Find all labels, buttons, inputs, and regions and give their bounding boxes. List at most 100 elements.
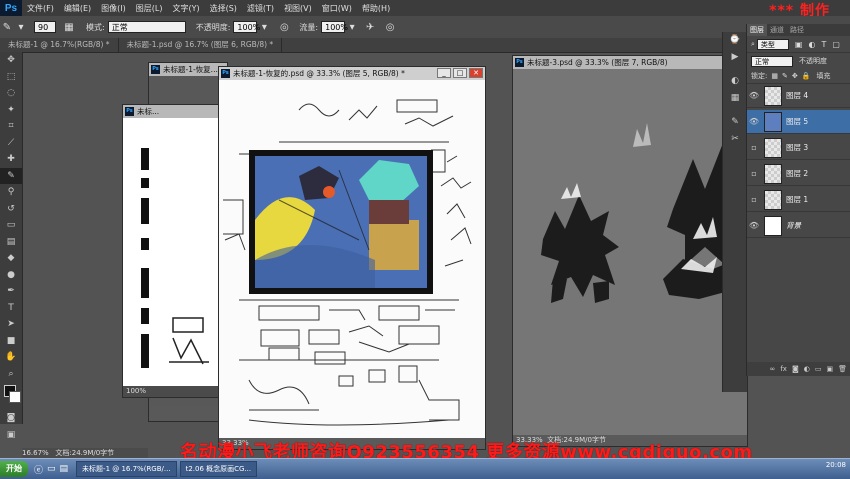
lasso-tool-icon[interactable]: ◌	[0, 85, 22, 102]
quick-mask-icon[interactable]: ◙	[0, 410, 22, 427]
crop-tool-icon[interactable]: ⌗	[0, 118, 22, 135]
swatches-icon[interactable]: ▦	[723, 90, 747, 107]
color-swatches[interactable]	[0, 382, 22, 410]
show-desktop-icon[interactable]: ▭	[47, 464, 56, 474]
lock-all-icon[interactable]: 🔒	[802, 72, 811, 80]
layer-row-3[interactable]: ▫ 图层 3	[747, 136, 850, 160]
kind-filter-select[interactable]: 类型	[756, 38, 789, 50]
menu-window[interactable]: 窗口(W)	[317, 3, 357, 14]
flow-field[interactable]: 100%	[321, 21, 348, 33]
taskbar-photoshop[interactable]: 未标题-1 @ 16.7%(RGB/...	[76, 461, 177, 477]
menu-image[interactable]: 图像(I)	[96, 3, 131, 14]
hand-tool-icon[interactable]: ✋	[0, 349, 22, 366]
menu-help[interactable]: 帮助(H)	[357, 3, 395, 14]
mask-icon[interactable]: ◙	[792, 365, 799, 373]
mode-select[interactable]: 正常	[107, 21, 186, 33]
actions-icon[interactable]: ▶	[723, 49, 747, 66]
pressure-size-icon[interactable]: ◎	[383, 20, 397, 34]
maximize-button[interactable]: □	[453, 68, 467, 78]
shape-tool-icon[interactable]: ■	[0, 333, 22, 350]
layer-row-background[interactable]: 👁 背景	[747, 214, 850, 238]
background-color-swatch[interactable]	[9, 391, 21, 403]
filter-shape-icon[interactable]: ▢	[832, 40, 840, 49]
visibility-empty-box[interactable]: ▫	[747, 195, 761, 204]
tool-presets-icon[interactable]: ✂	[723, 131, 747, 148]
visibility-eye-icon[interactable]: 👁	[747, 117, 761, 126]
path-selection-tool-icon[interactable]: ➤	[0, 316, 22, 333]
menu-file[interactable]: 文件(F)	[22, 3, 59, 14]
tab-paths[interactable]: 路径	[787, 25, 807, 35]
taskbar-folder[interactable]: t2.06 概念原画CG...	[179, 461, 258, 477]
new-group-icon[interactable]: ▭	[815, 365, 822, 373]
menu-type[interactable]: 文字(Y)	[167, 3, 204, 14]
minimize-button[interactable]: _	[437, 68, 451, 78]
opacity-field[interactable]: 100%	[233, 21, 260, 33]
window-title[interactable]: Ps 未标题-3.psd @ 33.3% (图层 7, RGB/8)	[513, 56, 747, 69]
airbrush-icon[interactable]: ✈	[363, 20, 377, 34]
chevron-down-icon[interactable]: ▾	[345, 20, 359, 34]
healing-brush-tool-icon[interactable]: ✚	[0, 151, 22, 168]
zoom-readout[interactable]: 16.67%	[22, 449, 49, 457]
window-title[interactable]: Ps 未标题-1-恢复的.psd @ 33.3% (图层 5, RGB/8) *…	[219, 67, 485, 80]
gradient-tool-icon[interactable]: ▤	[0, 234, 22, 251]
document-window-right[interactable]: Ps 未标题-3.psd @ 33.3% (图层 7, RGB/8) 33.33%…	[512, 55, 748, 447]
type-tool-icon[interactable]: T	[0, 300, 22, 317]
lock-paint-icon[interactable]: ✎	[782, 72, 788, 80]
lock-move-icon[interactable]: ✥	[792, 72, 798, 80]
menu-layer[interactable]: 图层(L)	[131, 3, 168, 14]
adjustment-icon[interactable]: ◐	[804, 365, 810, 373]
start-button[interactable]: 开始	[0, 461, 28, 477]
ie-icon[interactable]: ⓔ	[34, 463, 43, 476]
magic-wand-tool-icon[interactable]: ✦	[0, 102, 22, 119]
tab-layers[interactable]: 图层	[747, 24, 767, 36]
link-layers-icon[interactable]: ∞	[770, 365, 776, 373]
eyedropper-tool-icon[interactable]: ⟋	[0, 135, 22, 152]
tab-channels[interactable]: 通道	[767, 25, 787, 35]
filter-type-icon[interactable]: T	[821, 40, 826, 49]
layer-row-5[interactable]: 👁 图层 5	[747, 110, 850, 134]
screen-mode-icon[interactable]: ▣	[0, 427, 22, 444]
zoom-tool-icon[interactable]: ⌕	[0, 366, 22, 383]
visibility-eye-icon[interactable]: 👁	[747, 221, 761, 230]
brush-tool-icon[interactable]: ✎	[0, 20, 14, 34]
close-button[interactable]: ✕	[469, 68, 483, 78]
history-icon[interactable]: ⌚	[723, 32, 747, 49]
window-title[interactable]: Ps 未标...	[123, 105, 221, 118]
clone-stamp-tool-icon[interactable]: ⚲	[0, 184, 22, 201]
menu-filter[interactable]: 滤镜(T)	[242, 3, 279, 14]
trash-icon[interactable]: 🗑	[838, 365, 847, 373]
chevron-down-icon[interactable]: ▾	[14, 20, 28, 34]
document-window-left-mid[interactable]: Ps 未标... 100%	[122, 104, 222, 398]
tab-document-1[interactable]: 未标题-1 @ 16.7%(RGB/8) *	[0, 38, 119, 52]
document-window-active[interactable]: Ps 未标题-1-恢复的.psd @ 33.3% (图层 5, RGB/8) *…	[218, 66, 486, 450]
brush-tool-icon[interactable]: ✎	[0, 167, 22, 184]
new-layer-icon[interactable]: ▣	[826, 365, 833, 373]
dodge-tool-icon[interactable]: ●	[0, 267, 22, 284]
blend-mode-select[interactable]: 正常	[751, 55, 793, 67]
pen-tool-icon[interactable]: ✒	[0, 283, 22, 300]
visibility-empty-box[interactable]: ▫	[747, 169, 761, 178]
pressure-opacity-icon[interactable]: ◎	[277, 20, 291, 34]
move-tool-icon[interactable]: ✥	[0, 52, 22, 69]
brush-size-field[interactable]: 90	[34, 21, 56, 33]
chevron-down-icon[interactable]: ▾	[257, 20, 271, 34]
menu-select[interactable]: 选择(S)	[205, 3, 242, 14]
window-title[interactable]: Ps 未标题-1-恢复...	[149, 63, 227, 76]
layer-row-2[interactable]: ▫ 图层 2	[747, 162, 850, 186]
lock-transparency-icon[interactable]: ▦	[771, 72, 778, 80]
marquee-tool-icon[interactable]: ⬚	[0, 69, 22, 86]
blur-tool-icon[interactable]: ◆	[0, 250, 22, 267]
brush-presets-icon[interactable]: ✎	[723, 114, 747, 131]
visibility-empty-box[interactable]: ▫	[747, 143, 761, 152]
layer-row-4[interactable]: 👁 图层 4	[747, 84, 850, 108]
brush-panel-icon[interactable]: ▦	[62, 20, 76, 34]
menu-edit[interactable]: 编辑(E)	[59, 3, 96, 14]
filter-pixel-icon[interactable]: ▣	[795, 40, 803, 49]
eraser-tool-icon[interactable]: ▭	[0, 217, 22, 234]
menu-view[interactable]: 视图(V)	[279, 3, 317, 14]
visibility-eye-icon[interactable]: 👁	[747, 91, 761, 100]
folder-icon[interactable]: ▤	[60, 464, 69, 474]
color-icon[interactable]: ◐	[723, 73, 747, 90]
filter-adjust-icon[interactable]: ◐	[808, 40, 815, 49]
fx-icon[interactable]: fx	[780, 365, 787, 373]
